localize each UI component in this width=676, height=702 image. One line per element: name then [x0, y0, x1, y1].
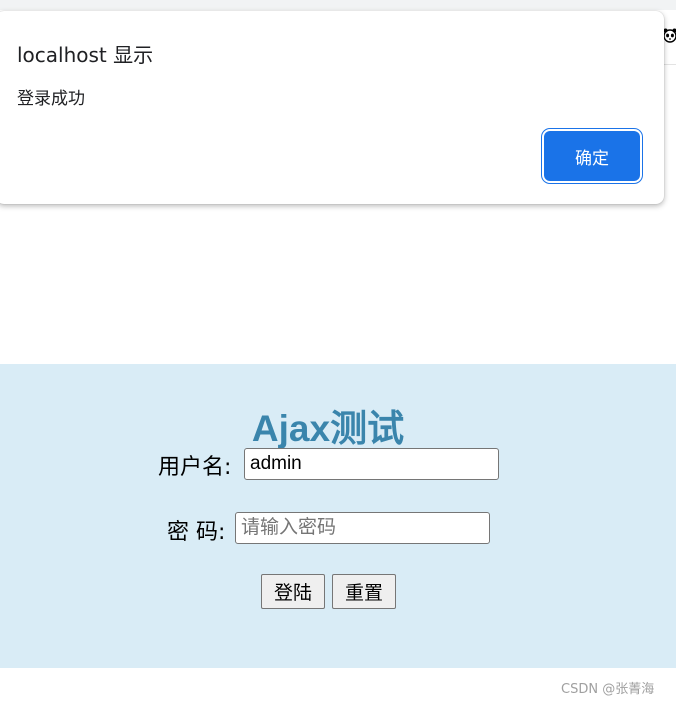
login-panel: Ajax测试 用户名: 密 码: 登陆 重置: [0, 364, 676, 668]
login-button[interactable]: 登陆: [261, 574, 325, 609]
reset-button[interactable]: 重置: [332, 574, 396, 609]
watermark: CSDN @张菁海: [561, 682, 655, 697]
browser-top-strip: [0, 0, 676, 10]
password-input[interactable]: [235, 512, 490, 544]
alert-ok-button[interactable]: 确定: [544, 131, 640, 181]
alert-dialog: localhost 显示 登录成功 确定: [0, 11, 664, 204]
password-label: 密 码:: [167, 520, 226, 545]
panda-icon[interactable]: [663, 26, 676, 46]
page-title: Ajax测试: [251, 408, 405, 449]
username-input[interactable]: [244, 448, 499, 480]
username-label: 用户名:: [158, 455, 232, 480]
alert-title: localhost 显示: [17, 43, 154, 67]
alert-message: 登录成功: [17, 89, 85, 109]
